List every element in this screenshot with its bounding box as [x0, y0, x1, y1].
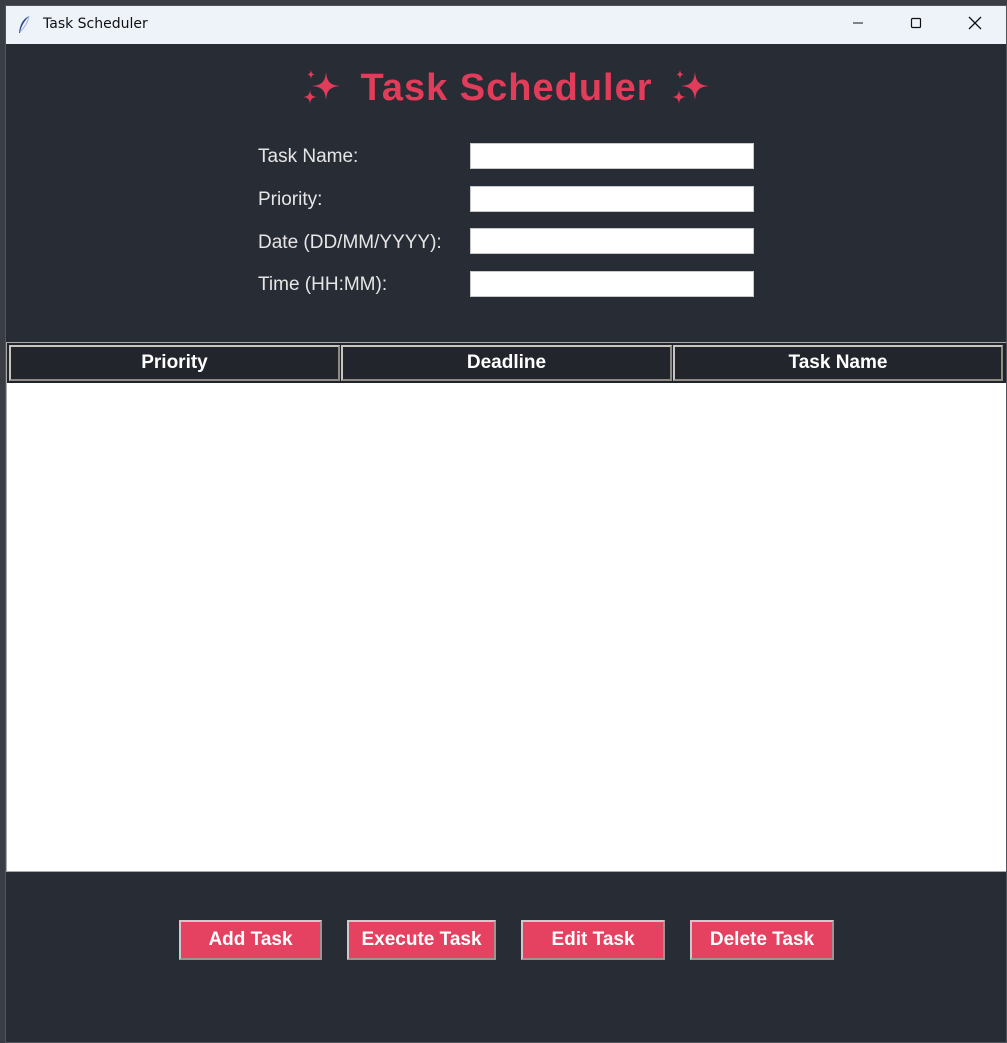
sparkles-icon [669, 66, 713, 110]
minimize-button[interactable] [829, 6, 887, 44]
close-icon [968, 16, 982, 35]
task-table[interactable]: Priority Deadline Task Name [6, 342, 1006, 872]
time-input[interactable] [470, 271, 754, 297]
date-input[interactable] [470, 228, 754, 254]
sparkles-icon [300, 66, 344, 110]
edit-task-button[interactable]: Edit Task [521, 920, 665, 960]
execute-task-button[interactable]: Execute Task [347, 920, 496, 960]
task-name-label: Task Name: [258, 146, 359, 167]
column-header-priority[interactable]: Priority [9, 345, 340, 381]
priority-label: Priority: [258, 189, 323, 210]
feather-icon [17, 15, 31, 35]
maximize-icon [910, 16, 922, 34]
app-window: Task Scheduler Task Scheduler Task Name:… [6, 6, 1006, 1042]
app-heading-text: Task Scheduler [360, 66, 653, 109]
time-label: Time (HH:MM): [258, 274, 388, 295]
window-title: Task Scheduler [43, 16, 148, 32]
date-label: Date (DD/MM/YYYY): [258, 232, 442, 253]
maximize-button[interactable] [887, 6, 945, 44]
minimize-icon [852, 16, 864, 34]
column-header-task-name[interactable]: Task Name [673, 345, 1003, 381]
close-button[interactable] [946, 6, 1004, 44]
table-header: Priority Deadline Task Name [7, 343, 1006, 383]
column-header-deadline[interactable]: Deadline [341, 345, 672, 381]
add-task-button[interactable]: Add Task [179, 920, 322, 960]
task-name-input[interactable] [470, 143, 754, 169]
table-body[interactable] [7, 383, 1006, 871]
delete-task-button[interactable]: Delete Task [690, 920, 834, 960]
title-bar[interactable]: Task Scheduler [6, 6, 1006, 44]
priority-input[interactable] [470, 186, 754, 212]
page-title: Task Scheduler [6, 60, 1006, 116]
